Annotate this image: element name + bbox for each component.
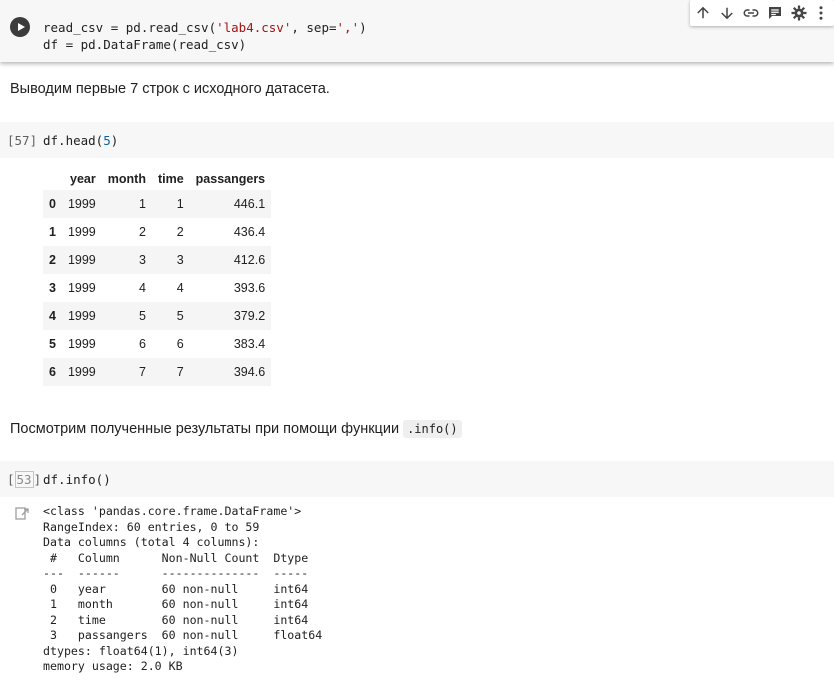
cell-passangers: 393.6 xyxy=(233,281,266,295)
table-header-row: year month time passangers xyxy=(43,168,271,190)
arrow-down-icon[interactable] xyxy=(718,4,736,22)
execution-count: [53] xyxy=(7,471,42,488)
arrow-up-icon[interactable] xyxy=(694,4,712,22)
code-cell-1[interactable]: read_csv = pd.read_csv('lab4.csv', sep='… xyxy=(0,0,834,62)
cell-time: 2 xyxy=(176,225,184,239)
dataframe-table: year month time passangers 0 1999 1 1 44… xyxy=(43,168,272,386)
column-header xyxy=(43,168,62,190)
more-vert-icon[interactable] xyxy=(812,4,830,22)
cell-passangers: 412.6 xyxy=(233,253,266,267)
column-header: year xyxy=(70,172,96,186)
execution-count-number: 53 xyxy=(14,471,34,488)
code-number: 5 xyxy=(103,133,111,148)
execution-count: [57] xyxy=(7,133,38,148)
run-cell-button[interactable] xyxy=(10,17,30,37)
table-row: 4 1999 5 5 379.2 xyxy=(43,302,272,330)
row-index: 6 xyxy=(49,365,56,379)
table-row: 5 1999 6 6 383.4 xyxy=(43,330,271,358)
code-text: ) xyxy=(359,20,367,35)
inline-code: .info() xyxy=(403,420,462,438)
cell-month: 7 xyxy=(139,365,146,379)
cell-time: 4 xyxy=(176,281,184,295)
column-header: time xyxy=(157,172,184,186)
output-line: 3 passangers 60 non-null float64 xyxy=(43,628,323,642)
cell-month: 6 xyxy=(139,337,146,351)
code-text: ) xyxy=(110,133,119,148)
output-line: memory usage: 2.0 KB xyxy=(43,659,183,673)
cell-month: 3 xyxy=(139,253,146,267)
markdown-text-2: Посмотрим полученные результаты при помо… xyxy=(10,420,462,438)
row-index: 0 xyxy=(49,197,56,211)
output-line: Data columns (total 4 columns): xyxy=(43,535,260,549)
cell-year: 1999 xyxy=(67,365,96,379)
row-index: 3 xyxy=(49,281,56,295)
gear-icon[interactable] xyxy=(790,4,808,22)
row-index: 2 xyxy=(49,253,56,267)
markdown-text: Посмотрим полученные результаты при помо… xyxy=(10,421,400,437)
column-header: month xyxy=(107,172,146,186)
row-index: 4 xyxy=(49,309,56,323)
output-line: 1 month 60 non-null int64 xyxy=(43,597,323,611)
row-index: 5 xyxy=(49,337,56,351)
code-string: 'lab4.csv' xyxy=(216,20,292,35)
cell-month: 4 xyxy=(139,281,146,295)
table-row: 0 1999 1 1 446.1 xyxy=(43,190,272,218)
cell-passangers: 383.4 xyxy=(233,337,266,351)
output-line: RangeIndex: 60 entries, 0 to 59 xyxy=(43,519,260,534)
cell-time: 3 xyxy=(176,253,184,267)
table-row: 2 1999 3 3 412.6 xyxy=(43,246,272,274)
output-line: --- ------ -------------- ----- xyxy=(43,566,323,580)
table-row: 3 1999 4 4 393.6 xyxy=(43,274,271,302)
output-line: 0 year 60 non-null int64 xyxy=(43,581,323,596)
link-icon[interactable] xyxy=(742,4,760,22)
table-row: 6 1999 7 7 394.6 xyxy=(43,358,272,386)
code-text: read_csv = pd.read_csv( xyxy=(43,20,217,35)
code-line[interactable]: df.head(5) xyxy=(43,133,118,148)
cell-passangers: 436.4 xyxy=(233,225,266,239)
cell-year: 1999 xyxy=(67,253,96,267)
cell-year: 1999 xyxy=(67,337,96,351)
output-line: 2 time 60 non-null int64 xyxy=(43,612,323,627)
row-index: 1 xyxy=(49,225,56,239)
bracket: ] xyxy=(33,472,42,487)
cell-month: 1 xyxy=(139,197,146,211)
cell-time: 5 xyxy=(176,309,184,323)
cell-passangers: 446.1 xyxy=(233,197,266,211)
bracket: [ xyxy=(7,472,15,487)
cell-time: 1 xyxy=(176,197,184,211)
cell-time: 6 xyxy=(176,337,184,351)
code-line[interactable]: df.info() xyxy=(43,472,111,487)
code-text: df.head( xyxy=(43,133,104,148)
code-string: ',' xyxy=(336,20,360,35)
cell-passangers: 379.2 xyxy=(233,309,266,323)
code-cell-2[interactable]: [57] df.head(5) xyxy=(0,122,834,158)
column-header: passangers xyxy=(195,172,266,186)
code-line-1[interactable]: read_csv = pd.read_csv('lab4.csv', sep='… xyxy=(43,20,367,35)
comment-icon[interactable] xyxy=(766,4,784,22)
cell-month: 5 xyxy=(139,309,146,323)
output-icon[interactable] xyxy=(14,506,30,522)
markdown-text-1: Выводим первые 7 строк с исходного датас… xyxy=(10,81,330,97)
cell-toolbar xyxy=(690,0,834,26)
output-line: # Column Non-Null Count Dtype xyxy=(43,550,323,565)
cell-passangers: 394.6 xyxy=(233,365,266,379)
code-text: , sep= xyxy=(291,20,337,35)
cell-year: 1999 xyxy=(67,309,96,323)
code-line-2[interactable]: df = pd.DataFrame(read_csv) xyxy=(43,37,246,52)
code-cell-3[interactable]: [53] df.info() xyxy=(0,461,834,497)
table-row: 1 1999 2 2 436.4 xyxy=(43,218,271,246)
output-line: <class 'pandas.core.frame.DataFrame'> xyxy=(43,504,302,518)
cell-year: 1999 xyxy=(67,197,96,211)
cell-time: 7 xyxy=(176,365,184,379)
cell-year: 1999 xyxy=(67,281,96,295)
cell-month: 2 xyxy=(139,225,146,239)
cell-year: 1999 xyxy=(67,225,96,239)
output-line: dtypes: float64(1), int64(3) xyxy=(43,643,239,658)
